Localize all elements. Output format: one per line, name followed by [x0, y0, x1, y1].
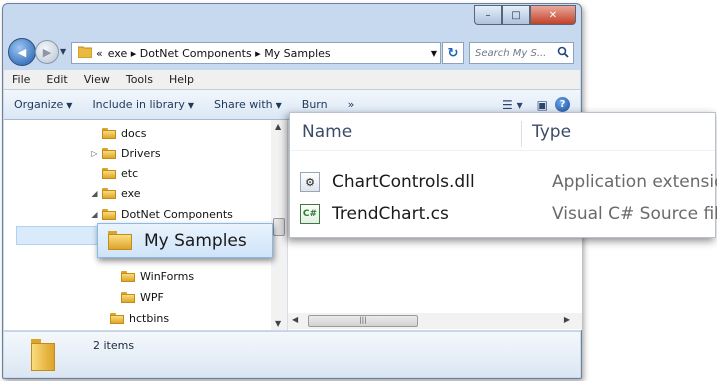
toolbar-right: ☰ ▾ ▣ ? [495, 97, 580, 112]
caption-buttons: – □ ✕ [474, 5, 576, 25]
minimize-button[interactable]: – [474, 5, 502, 25]
content-horizontal-scrollbar[interactable]: ◀ ||| ▶ [288, 313, 582, 329]
close-button[interactable]: ✕ [530, 5, 576, 25]
tree-item-drivers[interactable]: ▷ Drivers [90, 144, 161, 162]
tree-item-label: Drivers [121, 146, 161, 160]
address-prefix[interactable]: « [96, 47, 103, 60]
file-row[interactable]: C# TrendChart.cs Visual C# Source file [300, 200, 717, 228]
tree-item-docs[interactable]: docs [90, 124, 147, 142]
menu-help[interactable]: Help [161, 73, 202, 86]
folder-icon [102, 167, 116, 179]
maximize-button[interactable]: □ [502, 5, 530, 25]
search-input[interactable]: Search My S... [470, 48, 557, 59]
tree-item-label: WPF [140, 290, 164, 304]
organize-label: Organize [14, 98, 64, 111]
folder-icon [102, 187, 116, 199]
tree-expander[interactable]: ◢ [90, 189, 99, 198]
forward-button[interactable]: ▶ [35, 40, 59, 64]
refresh-button[interactable]: ↻ [442, 42, 464, 64]
search-box[interactable]: Search My S... [469, 42, 574, 64]
csharp-file-icon: C# [300, 204, 320, 224]
tree-item-hctbins[interactable]: hctbins [98, 309, 169, 327]
folder-icon [102, 127, 116, 139]
chevron-down-icon: ▼ [66, 101, 73, 110]
tree-item-wpf[interactable]: WPF [109, 288, 164, 306]
tree-expander[interactable]: ◢ [90, 210, 99, 219]
chevron-down-icon: ▼ [187, 101, 195, 110]
file-name: ChartControls.dll [332, 172, 475, 192]
include-in-library-button[interactable]: Include in library ▼ [82, 98, 204, 111]
recent-pages-dropdown[interactable]: ▼ [60, 47, 66, 56]
file-type: Visual C# Source file [552, 204, 717, 224]
organize-button[interactable]: Organize ▼ [4, 98, 82, 111]
details-pane: 2 items [4, 331, 580, 377]
folder-icon [121, 270, 135, 282]
address-bar[interactable]: « exe ▸ DotNet Components ▸ My Samples ▼ [71, 42, 441, 64]
tree-item-winforms[interactable]: WinForms [109, 267, 194, 285]
chevron-down-icon: ▼ [275, 101, 282, 110]
refresh-icon: ↻ [447, 45, 459, 61]
folder-icon [121, 291, 135, 303]
tree-expander[interactable]: ▷ [90, 149, 99, 158]
tree-item-label: My Samples [144, 230, 247, 251]
scroll-thumb[interactable]: ||| [308, 315, 418, 327]
tree-item-label: hctbins [129, 311, 170, 325]
folder-icon [108, 231, 132, 250]
back-button[interactable]: ◀ [8, 38, 36, 66]
file-row[interactable]: ⚙ ChartControls.dll Application extensio… [300, 168, 717, 196]
views-icon[interactable]: ☰ ▾ [502, 98, 523, 112]
column-divider[interactable] [521, 121, 522, 147]
tree-item-etc[interactable]: etc [90, 164, 138, 182]
tree-item-label: DotNet Components [121, 207, 233, 221]
scroll-thumb[interactable] [273, 218, 285, 236]
address-dropdown-icon[interactable]: ▼ [428, 49, 440, 58]
tree-item-dotnet-components[interactable]: ◢ DotNet Components [90, 205, 233, 223]
tree-item-label: docs [121, 126, 147, 140]
scroll-up-icon[interactable]: ▲ [275, 122, 281, 131]
item-count: 2 items [93, 339, 135, 352]
title-bar[interactable]: – □ ✕ [3, 4, 581, 32]
scroll-right-icon[interactable]: ▶ [564, 315, 570, 324]
scroll-down-icon[interactable]: ▼ [275, 319, 281, 328]
menu-tools[interactable]: Tools [118, 73, 161, 86]
burn-button[interactable]: Burn [292, 98, 338, 111]
column-header-name[interactable]: Name [302, 122, 352, 142]
preview-pane-icon[interactable]: ▣ [537, 98, 548, 112]
menu-view[interactable]: View [76, 73, 118, 86]
folder-icon [110, 312, 124, 324]
forward-arrow-icon: ▶ [42, 45, 52, 59]
more-commands-button[interactable]: » [338, 98, 365, 111]
magnifier-icon[interactable] [557, 46, 573, 61]
scroll-left-icon[interactable]: ◀ [292, 315, 298, 324]
menu-bar: File Edit View Tools Help [4, 70, 580, 90]
breadcrumb[interactable]: exe ▸ DotNet Components ▸ My Samples [108, 47, 428, 60]
folder-icon [77, 46, 93, 61]
help-icon[interactable]: ? [555, 97, 570, 112]
nav-vertical-scrollbar[interactable]: ▲ ▼ [271, 120, 287, 330]
folder-icon [28, 337, 56, 373]
tree-item-label: WinForms [140, 269, 195, 283]
menu-file[interactable]: File [4, 73, 38, 86]
share-with-button[interactable]: Share with ▼ [204, 98, 292, 111]
back-arrow-icon: ◀ [17, 45, 27, 59]
menu-edit[interactable]: Edit [38, 73, 75, 86]
file-type: Application extension [552, 172, 717, 192]
share-label: Share with [214, 98, 273, 111]
address-row: ◀ ▶ ▼ « exe ▸ DotNet Components ▸ My Sam… [3, 34, 581, 66]
include-label: Include in library [92, 98, 185, 111]
tree-item-label: exe [121, 186, 141, 200]
folder-icon [102, 208, 116, 220]
dll-file-icon: ⚙ [300, 172, 320, 192]
header-divider [290, 150, 715, 151]
zoomed-file-list: Name Type ⚙ ChartControls.dll Applicatio… [289, 112, 717, 238]
tree-item-label: etc [121, 166, 139, 180]
folder-icon [102, 147, 116, 159]
tree-item-exe[interactable]: ◢ exe [90, 184, 141, 202]
file-name: TrendChart.cs [332, 204, 449, 224]
selected-folder-my-samples[interactable]: My Samples [97, 223, 273, 258]
column-header-type[interactable]: Type [532, 122, 571, 142]
